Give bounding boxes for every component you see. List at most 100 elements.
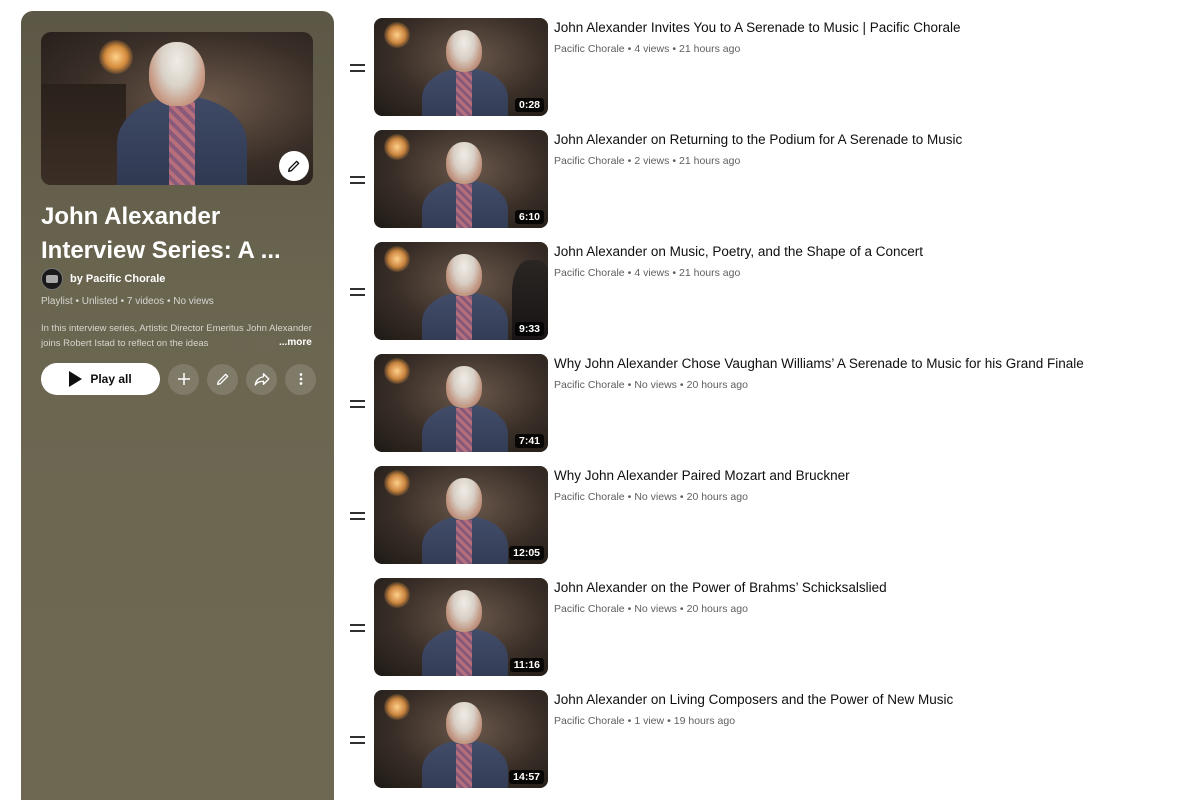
- playlist-thumbnail[interactable]: [41, 32, 313, 185]
- person-head: [446, 702, 482, 744]
- person-head: [446, 590, 482, 632]
- person-head: [446, 30, 482, 72]
- drag-handle-icon[interactable]: [350, 64, 365, 72]
- video-views: No views: [634, 603, 677, 615]
- lamp-glow: [384, 470, 410, 496]
- video-channel[interactable]: Pacific Chorale: [554, 379, 625, 391]
- person-head: [446, 478, 482, 520]
- person-head: [149, 42, 205, 106]
- video-views: 2 views: [634, 155, 670, 167]
- video-title[interactable]: Why John Alexander Paired Mozart and Bru…: [554, 467, 1174, 485]
- video-title[interactable]: John Alexander on the Power of Brahms’ S…: [554, 579, 1174, 597]
- video-title[interactable]: John Alexander on Music, Poetry, and the…: [554, 243, 1174, 261]
- video-thumbnail[interactable]: 14:57: [374, 690, 548, 788]
- drag-handle-icon[interactable]: [350, 288, 365, 296]
- person-head: [446, 254, 482, 296]
- video-info: John Alexander Invites You to A Serenade…: [554, 19, 1174, 55]
- video-age: 19 hours ago: [673, 715, 736, 727]
- channel-name-link[interactable]: by Pacific Chorale: [70, 273, 165, 285]
- video-channel[interactable]: Pacific Chorale: [554, 267, 625, 279]
- pencil-icon: [286, 158, 302, 174]
- person-head: [446, 366, 482, 408]
- lamp-glow: [384, 694, 410, 720]
- playlist-title: John Alexander Interview Series: A ...: [41, 203, 281, 264]
- video-info: John Alexander on Returning to the Podiu…: [554, 131, 1174, 167]
- video-channel[interactable]: Pacific Chorale: [554, 43, 625, 55]
- playlist-video-item[interactable]: 7:41 Why John Alexander Chose Vaughan Wi…: [344, 354, 1184, 466]
- more-link[interactable]: ...more: [279, 337, 312, 348]
- video-channel[interactable]: Pacific Chorale: [554, 603, 625, 615]
- video-age: 21 hours ago: [679, 155, 741, 167]
- video-thumbnail[interactable]: 0:28: [374, 18, 548, 116]
- video-title[interactable]: Why John Alexander Chose Vaughan William…: [554, 355, 1174, 373]
- playlist-video-item[interactable]: 0:28 John Alexander Invites You to A Ser…: [344, 18, 1184, 130]
- duration-badge: 0:28: [514, 98, 544, 112]
- channel-avatar[interactable]: [41, 268, 63, 290]
- more-actions-button[interactable]: [285, 363, 316, 395]
- add-videos-button[interactable]: [168, 363, 199, 395]
- video-meta: Pacific Chorale • No views • 20 hours ago: [554, 603, 748, 615]
- video-views: No views: [634, 491, 677, 503]
- play-icon: [69, 371, 83, 387]
- video-channel[interactable]: Pacific Chorale: [554, 155, 625, 167]
- more-vert-icon: [292, 370, 310, 388]
- video-thumbnail[interactable]: 9:33: [374, 242, 548, 340]
- video-meta: Pacific Chorale • 2 views • 21 hours ago: [554, 155, 741, 167]
- lamp-glow: [384, 22, 410, 48]
- person-shirt: [169, 102, 195, 185]
- video-thumbnail[interactable]: 6:10: [374, 130, 548, 228]
- video-info: Why John Alexander Paired Mozart and Bru…: [554, 467, 1174, 503]
- playlist-video-list: 0:28 John Alexander Invites You to A Ser…: [344, 18, 1184, 800]
- video-meta: Pacific Chorale • 1 view • 19 hours ago: [554, 715, 736, 727]
- video-views: 1 view: [634, 715, 665, 727]
- person-head: [446, 142, 482, 184]
- video-views: 4 views: [634, 43, 670, 55]
- video-title[interactable]: John Alexander on Living Composers and t…: [554, 691, 1174, 709]
- video-title[interactable]: John Alexander Invites You to A Serenade…: [554, 19, 1174, 37]
- plus-icon: [175, 370, 193, 388]
- playlist-meta: Playlist • Unlisted • 7 videos • No view…: [41, 296, 214, 307]
- video-info: John Alexander on the Power of Brahms’ S…: [554, 579, 1174, 615]
- person-shirt: [456, 520, 472, 564]
- video-views: 4 views: [634, 267, 670, 279]
- drag-handle-icon[interactable]: [350, 512, 365, 520]
- edit-thumbnail-button[interactable]: [279, 151, 309, 181]
- playlist-video-item[interactable]: 9:33 John Alexander on Music, Poetry, an…: [344, 242, 1184, 354]
- avatar-logo: [46, 275, 58, 283]
- video-channel[interactable]: Pacific Chorale: [554, 715, 625, 727]
- playlist-owner[interactable]: by Pacific Chorale: [41, 268, 165, 290]
- person-shirt: [456, 632, 472, 676]
- play-all-button[interactable]: Play all: [41, 363, 160, 395]
- drag-handle-icon[interactable]: [350, 624, 365, 632]
- duration-badge: 9:33: [514, 322, 544, 336]
- lamp-glow: [99, 40, 133, 74]
- video-views: No views: [634, 379, 677, 391]
- video-info: John Alexander on Living Composers and t…: [554, 691, 1174, 727]
- share-button[interactable]: [246, 363, 277, 395]
- video-info: John Alexander on Music, Poetry, and the…: [554, 243, 1174, 279]
- video-age: 20 hours ago: [686, 379, 748, 391]
- edit-playlist-button[interactable]: [207, 363, 238, 395]
- video-meta: Pacific Chorale • 4 views • 21 hours ago: [554, 267, 741, 279]
- playlist-video-item[interactable]: 6:10 John Alexander on Returning to the …: [344, 130, 1184, 242]
- playlist-video-item[interactable]: 11:16 John Alexander on the Power of Bra…: [344, 578, 1184, 690]
- video-meta: Pacific Chorale • No views • 20 hours ago: [554, 491, 748, 503]
- video-age: 21 hours ago: [679, 267, 741, 279]
- video-thumbnail[interactable]: 11:16: [374, 578, 548, 676]
- lamp-glow: [384, 134, 410, 160]
- drag-handle-icon[interactable]: [350, 176, 365, 184]
- person-shirt: [456, 72, 472, 116]
- drag-handle-icon[interactable]: [350, 400, 365, 408]
- video-channel[interactable]: Pacific Chorale: [554, 491, 625, 503]
- lamp-glow: [384, 246, 410, 272]
- playlist-video-item[interactable]: 12:05 Why John Alexander Paired Mozart a…: [344, 466, 1184, 578]
- duration-badge: 7:41: [514, 434, 544, 448]
- playlist-video-item[interactable]: 14:57 John Alexander on Living Composers…: [344, 690, 1184, 800]
- video-thumbnail[interactable]: 12:05: [374, 466, 548, 564]
- lamp-glow: [384, 358, 410, 384]
- background-shelf: [41, 84, 126, 185]
- drag-handle-icon[interactable]: [350, 736, 365, 744]
- share-icon: [253, 370, 271, 388]
- video-thumbnail[interactable]: 7:41: [374, 354, 548, 452]
- video-title[interactable]: John Alexander on Returning to the Podiu…: [554, 131, 1174, 149]
